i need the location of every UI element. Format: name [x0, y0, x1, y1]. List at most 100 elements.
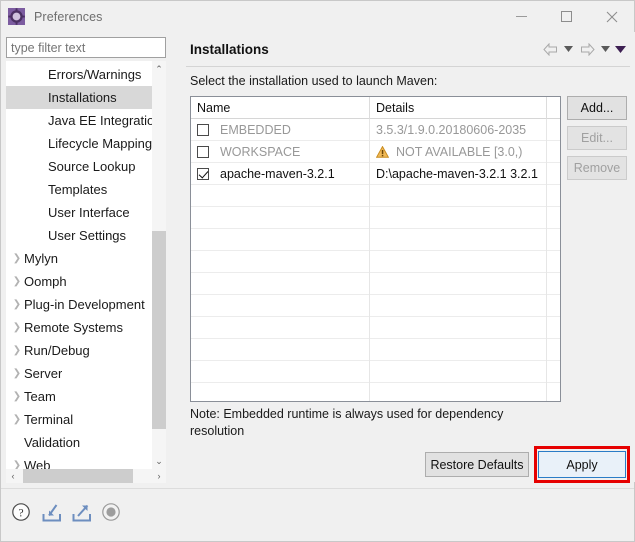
cell-name[interactable]: WORKSPACE [191, 141, 370, 163]
scrollbar-thumb-horizontal[interactable] [23, 469, 133, 483]
sidebar-item-java-ee-integration[interactable]: Java EE Integration [6, 109, 152, 132]
cell-spacer [547, 251, 560, 273]
cell-spacer [547, 273, 560, 295]
chevron-right-icon[interactable]: ❯ [10, 345, 24, 356]
scrollbar-thumb[interactable] [152, 231, 166, 429]
cell-details [370, 273, 547, 295]
cell-spacer [547, 229, 560, 251]
chevron-right-icon[interactable]: ❯ [10, 322, 24, 333]
installations-table[interactable]: Name Details EMBEDDED 3.5.3/1.9.0.2018060… [190, 96, 561, 402]
row-checkbox[interactable] [197, 124, 209, 136]
chevron-right-icon[interactable]: ❯ [10, 391, 24, 402]
cell-details [370, 339, 547, 361]
table-row-empty[interactable] [191, 229, 560, 251]
help-icon[interactable]: ? [11, 502, 37, 526]
chevron-right-icon[interactable]: ❯ [10, 276, 24, 287]
cell-name [191, 207, 370, 229]
row-checkbox[interactable] [197, 168, 209, 180]
arrow-left-icon[interactable] [540, 40, 560, 58]
restore-defaults-button[interactable]: Restore Defaults [425, 452, 529, 477]
chevron-right-icon[interactable]: ❯ [10, 414, 24, 425]
minimize-button[interactable] [499, 1, 544, 32]
table-row-empty[interactable] [191, 361, 560, 383]
maximize-button[interactable] [544, 1, 589, 32]
sidebar-item-plug-in-development[interactable]: ❯ Plug-in Development [6, 293, 152, 316]
chevron-down-icon-forward[interactable] [599, 40, 612, 58]
chevron-right-icon[interactable]: ❯ [10, 368, 24, 379]
chevron-down-icon-back[interactable] [562, 40, 575, 58]
chevron-right-icon[interactable]: ❯ [10, 299, 24, 310]
cell-details [370, 185, 547, 207]
sidebar-item-web[interactable]: ❯ Web [6, 454, 152, 469]
sidebar-item-lifecycle-mappings[interactable]: Lifecycle Mappings [6, 132, 152, 155]
sidebar-item-errors-warnings[interactable]: Errors/Warnings [6, 63, 152, 86]
cell-spacer [547, 141, 560, 163]
close-button[interactable] [589, 1, 634, 32]
table-row-empty[interactable] [191, 207, 560, 229]
table-row[interactable]: apache-maven-3.2.1 D:\apache-maven-3.2.1 … [191, 163, 560, 185]
apply-button[interactable]: Apply [538, 451, 626, 478]
cell-details[interactable]: 3.5.3/1.9.0.20180606-2035 [370, 119, 547, 141]
sidebar-item-user-interface[interactable]: User Interface [6, 201, 152, 224]
note-text: Note: Embedded runtime is always used fo… [190, 407, 504, 438]
table-row-empty[interactable] [191, 185, 560, 207]
sidebar-item-installations[interactable]: Installations [6, 86, 152, 109]
table-header: Name Details [191, 97, 560, 119]
column-header-details[interactable]: Details [370, 97, 547, 119]
sidebar-item-validation[interactable]: Validation [6, 431, 152, 454]
table-row[interactable]: EMBEDDED 3.5.3/1.9.0.20180606-2035 [191, 119, 560, 141]
sidebar-item-mylyn[interactable]: ❯ Mylyn [6, 247, 152, 270]
cell-name [191, 273, 370, 295]
preferences-tree[interactable]: Errors/Warnings Installations Java EE Inte… [6, 61, 166, 469]
column-header-name[interactable]: Name [191, 97, 370, 119]
export-icon[interactable] [71, 502, 97, 526]
tree-horizontal-scrollbar[interactable]: ‹ › [6, 469, 166, 483]
add-button[interactable]: Add... [567, 96, 627, 120]
arrow-right-icon[interactable] [577, 40, 597, 58]
cell-details[interactable]: NOT AVAILABLE [3.0,) [370, 141, 547, 163]
sidebar-item-label: Lifecycle Mappings [48, 136, 152, 151]
chevron-right-icon[interactable]: ❯ [10, 253, 24, 264]
chevron-right-icon[interactable]: ❯ [10, 460, 24, 469]
sidebar-item-templates[interactable]: Templates [6, 178, 152, 201]
sidebar-item-run-debug[interactable]: ❯ Run/Debug [6, 339, 152, 362]
cell-name[interactable]: EMBEDDED [191, 119, 370, 141]
title-bar: Preferences [1, 1, 634, 32]
sidebar-item-label: Validation [24, 435, 81, 450]
cell-name [191, 185, 370, 207]
sidebar-item-source-lookup[interactable]: Source Lookup [6, 155, 152, 178]
installation-details: 3.5.3/1.9.0.20180606-2035 [376, 123, 527, 137]
sidebar-item-server[interactable]: ❯ Server [6, 362, 152, 385]
sidebar-item-terminal[interactable]: ❯ Terminal [6, 408, 152, 431]
cell-name[interactable]: apache-maven-3.2.1 [191, 163, 370, 185]
scroll-right-icon[interactable]: › [152, 469, 166, 483]
scroll-down-icon[interactable]: ⌄ [152, 453, 166, 469]
oomph-record-icon[interactable] [101, 502, 127, 526]
sidebar-item-team[interactable]: ❯ Team [6, 385, 152, 408]
page-title: Installations [190, 41, 269, 57]
cell-details[interactable]: D:\apache-maven-3.2.1 3.2.1 [370, 163, 547, 185]
sidebar-item-user-settings[interactable]: User Settings [6, 224, 152, 247]
table-row-empty[interactable] [191, 317, 560, 339]
table-row-empty[interactable] [191, 383, 560, 401]
import-icon[interactable] [41, 502, 67, 526]
cell-spacer [547, 317, 560, 339]
sidebar-item-label: Web [24, 458, 51, 469]
table-row-empty[interactable] [191, 339, 560, 361]
table-row[interactable]: WORKSPACE NOT AVAILABLE [3.0,) [191, 141, 560, 163]
preferences-dialog: Preferences Errors/Warnings Installations… [0, 0, 635, 542]
table-row-empty[interactable] [191, 295, 560, 317]
sidebar-item-remote-systems[interactable]: ❯ Remote Systems [6, 316, 152, 339]
filter-input[interactable] [6, 37, 166, 58]
table-row-empty[interactable] [191, 273, 560, 295]
chevron-down-filled-icon[interactable] [614, 40, 627, 58]
cell-details [370, 251, 547, 273]
scroll-up-icon[interactable]: ⌃ [152, 61, 166, 77]
table-row-empty[interactable] [191, 251, 560, 273]
row-checkbox[interactable] [197, 146, 209, 158]
installation-name: WORKSPACE [220, 145, 301, 159]
sidebar-item-oomph[interactable]: ❯ Oomph [6, 270, 152, 293]
scroll-left-icon[interactable]: ‹ [6, 469, 20, 483]
tree-vertical-scrollbar[interactable]: ⌃ ⌄ [152, 61, 166, 469]
instruction-text: Select the installation used to launch M… [190, 74, 438, 88]
